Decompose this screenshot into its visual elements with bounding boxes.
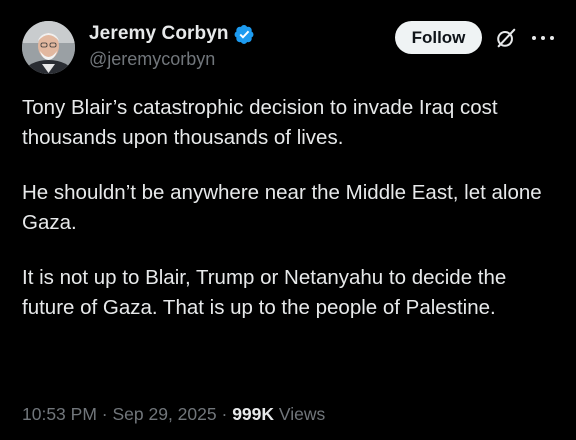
author-handle[interactable]: @jeremycorbyn (89, 49, 255, 70)
more-options-icon[interactable] (532, 36, 554, 42)
tweet-metadata: 10:53 PM · Sep 29, 2025 · 999K Views (22, 404, 325, 425)
avatar[interactable] (22, 21, 75, 74)
verified-badge-icon (234, 24, 254, 44)
tweet-paragraph: He shouldn’t be anywhere near the Middle… (22, 181, 542, 234)
name-row: Jeremy Corbyn (89, 22, 255, 46)
tweet-time[interactable]: 10:53 PM (22, 404, 97, 424)
tweet-date[interactable]: Sep 29, 2025 (112, 404, 216, 424)
more-dot (532, 36, 536, 40)
tweet-paragraph: Tony Blair’s catastrophic decision to in… (22, 96, 498, 149)
author-info: Jeremy Corbyn @jeremycorbyn (89, 22, 255, 70)
tweet: Jeremy Corbyn @jeremycorbyn Follow Tony … (0, 0, 576, 440)
meta-separator: · (221, 404, 228, 424)
tweet-text: Tony Blair’s catastrophic decision to in… (22, 93, 562, 323)
meta-separator: · (101, 404, 108, 424)
views-count[interactable]: 999K (232, 404, 274, 424)
author-display-name[interactable]: Jeremy Corbyn (89, 23, 229, 45)
follow-button[interactable]: Follow (395, 21, 482, 54)
more-dot (550, 36, 554, 40)
tweet-paragraph: It is not up to Blair, Trump or Netanyah… (22, 266, 507, 319)
more-dot (541, 36, 545, 40)
avatar-image (22, 21, 75, 74)
views-label: Views (278, 404, 326, 424)
grok-icon[interactable] (495, 27, 517, 49)
